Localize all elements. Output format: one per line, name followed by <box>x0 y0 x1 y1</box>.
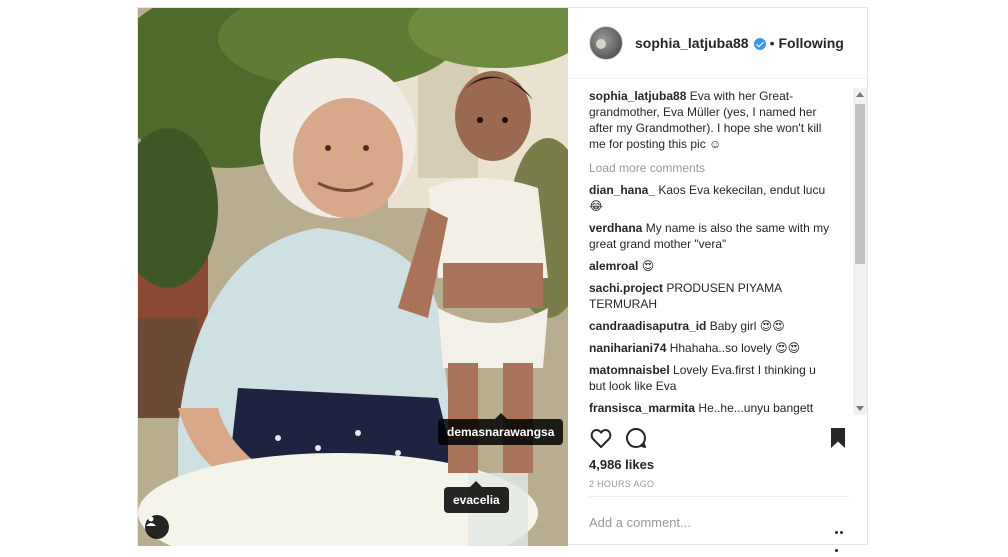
comment-item: matomnaisbel Lovely Eva.first I thinking… <box>589 362 831 394</box>
separator-dot: • <box>769 35 775 51</box>
avatar[interactable] <box>589 26 623 60</box>
comment-item: fransisca_marmita He..he...unyu bangett <box>589 400 831 415</box>
likes-count[interactable]: 4,986 likes <box>589 457 654 472</box>
comment-username[interactable]: matomnaisbel <box>589 363 670 377</box>
post-header: sophia_latjuba88 • Following <box>568 8 869 79</box>
comment-item: sachi.project PRODUSEN PIYAMA TERMURAH <box>589 280 831 312</box>
post-photo[interactable]: demasnarawangsa evacelia <box>138 8 568 546</box>
comment-text: Baby girl 😍😍 <box>709 319 785 333</box>
comment-username[interactable]: sachi.project <box>589 281 663 295</box>
caption: sophia_latjuba88 Eva with her Great-gran… <box>589 88 831 152</box>
load-more-comments-link[interactable]: Load more comments <box>589 160 831 176</box>
header-username[interactable]: sophia_latjuba88 <box>635 35 749 51</box>
comment-item: candraadisaputra_id Baby girl 😍😍 <box>589 318 831 334</box>
comments-list[interactable]: sophia_latjuba88 Eva with her Great-gran… <box>589 88 831 415</box>
user-tag[interactable]: evacelia <box>444 481 509 513</box>
comment-icon[interactable] <box>624 426 648 450</box>
comment-username[interactable]: candraadisaputra_id <box>589 319 706 333</box>
comment-text: Hhahaha..so lovely 😍😍 <box>669 341 801 355</box>
comment-username[interactable]: nanihariani74 <box>589 341 666 355</box>
comment-username[interactable]: dian_hana_ <box>589 183 655 197</box>
scroll-up-arrow-icon[interactable] <box>856 92 864 97</box>
following-button[interactable]: Following <box>779 35 844 51</box>
verified-badge-icon <box>753 38 766 50</box>
comment-item: dian_hana_ Kaos Eva kekecilan, endut luc… <box>589 182 831 214</box>
add-comment-input[interactable]: Add a comment... <box>589 515 691 530</box>
scrollbar-thumb[interactable] <box>855 104 865 264</box>
comment-text: 😍 <box>641 259 655 273</box>
post-actions <box>589 426 849 450</box>
post-timestamp[interactable]: 2 HOURS AGO <box>589 479 654 489</box>
comment-username[interactable]: fransisca_marmita <box>589 401 695 415</box>
comment-item: alemroal 😍 <box>589 258 831 274</box>
add-comment-section: Add a comment... <box>589 496 849 552</box>
tagged-user-icon[interactable] <box>145 515 169 539</box>
comment-item: nanihariani74 Hhahaha..so lovely 😍😍 <box>589 340 831 356</box>
more-options-icon[interactable] <box>835 521 849 557</box>
comments-scrollbar[interactable] <box>853 88 867 415</box>
photo-illustration <box>138 8 568 546</box>
comment-text: He..he...unyu bangett <box>698 401 814 415</box>
comment-username[interactable]: verdhana <box>589 221 642 235</box>
comment-item: verdhana My name is also the same with m… <box>589 220 831 252</box>
user-tag[interactable]: demasnarawangsa <box>438 413 564 445</box>
comment-username[interactable]: alemroal <box>589 259 638 273</box>
heart-icon[interactable] <box>589 426 613 450</box>
post-side-panel: sophia_latjuba88 • Following sophia_latj… <box>568 8 869 552</box>
bookmark-icon[interactable] <box>826 426 850 450</box>
scroll-down-arrow-icon[interactable] <box>856 406 864 411</box>
instagram-post: demasnarawangsa evacelia sophia_latjuba8… <box>137 7 869 552</box>
caption-username[interactable]: sophia_latjuba88 <box>589 89 686 103</box>
